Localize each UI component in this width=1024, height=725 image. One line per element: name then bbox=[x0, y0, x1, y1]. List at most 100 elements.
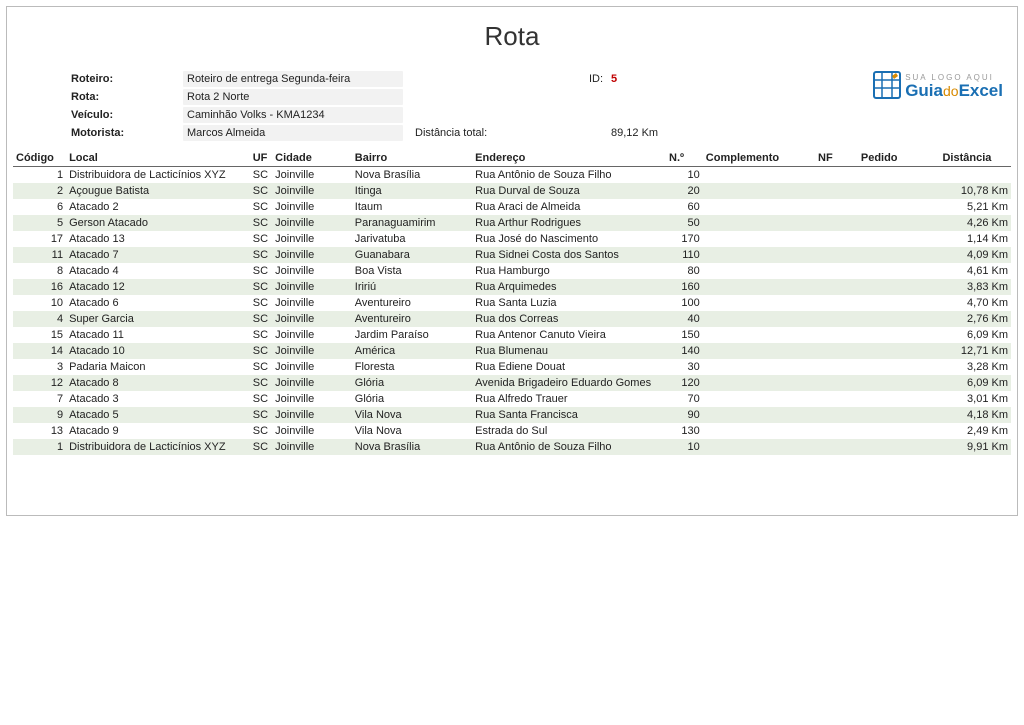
report-sheet: Rota Roteiro: Roteiro de entrega Segunda… bbox=[6, 6, 1018, 516]
cell-uf: SC bbox=[250, 199, 272, 215]
cell-endereco: Rua Antônio de Souza Filho bbox=[472, 167, 666, 183]
cell-complemento bbox=[703, 343, 815, 359]
cell-endereco: Rua Antenor Canuto Vieira bbox=[472, 327, 666, 343]
cell-local: Atacado 8 bbox=[66, 375, 250, 391]
cell-codigo: 5 bbox=[13, 215, 66, 231]
cell-endereco: Rua Alfredo Trauer bbox=[472, 391, 666, 407]
cell-pedido bbox=[858, 359, 940, 375]
cell-uf: SC bbox=[250, 343, 272, 359]
cell-local: Gerson Atacado bbox=[66, 215, 250, 231]
cell-nf bbox=[815, 167, 858, 183]
cell-cidade: Joinville bbox=[272, 199, 352, 215]
cell-codigo: 7 bbox=[13, 391, 66, 407]
cell-endereco: Estrada do Sul bbox=[472, 423, 666, 439]
table-row: 16Atacado 12SCJoinvilleIririúRua Arquime… bbox=[13, 279, 1011, 295]
cell-local: Super Garcia bbox=[66, 311, 250, 327]
cell-nf bbox=[815, 327, 858, 343]
cell-pedido bbox=[858, 295, 940, 311]
table-row: 4Super GarciaSCJoinvilleAventureiroRua d… bbox=[13, 311, 1011, 327]
cell-distancia bbox=[939, 167, 1011, 183]
table-row: 15Atacado 11SCJoinvilleJardim ParaísoRua… bbox=[13, 327, 1011, 343]
table-row: 7Atacado 3SCJoinvilleGlóriaRua Alfredo T… bbox=[13, 391, 1011, 407]
label-motorista: Motorista: bbox=[13, 127, 183, 139]
cell-bairro: Glória bbox=[352, 391, 472, 407]
cell-distancia: 5,21 Km bbox=[939, 199, 1011, 215]
cell-endereco: Rua dos Correas bbox=[472, 311, 666, 327]
cell-nf bbox=[815, 311, 858, 327]
cell-endereco: Avenida Brigadeiro Eduardo Gomes bbox=[472, 375, 666, 391]
cell-local: Distribuidora de Lacticínios XYZ bbox=[66, 167, 250, 183]
cell-bairro: Paranaguamirim bbox=[352, 215, 472, 231]
cell-bairro: Glória bbox=[352, 375, 472, 391]
cell-pedido bbox=[858, 407, 940, 423]
cell-distancia: 2,76 Km bbox=[939, 311, 1011, 327]
cell-uf: SC bbox=[250, 359, 272, 375]
cell-pedido bbox=[858, 199, 940, 215]
cell-bairro: Itinga bbox=[352, 183, 472, 199]
cell-nf bbox=[815, 343, 858, 359]
brand-logo: SUA LOGO AQUI GuiadoExcel bbox=[841, 70, 1011, 103]
cell-local: Atacado 3 bbox=[66, 391, 250, 407]
cell-codigo: 8 bbox=[13, 263, 66, 279]
cell-bairro: Nova Brasília bbox=[352, 439, 472, 455]
cell-complemento bbox=[703, 199, 815, 215]
cell-endereco: Rua Santa Luzia bbox=[472, 295, 666, 311]
label-roteiro: Roteiro: bbox=[13, 73, 183, 85]
cell-complemento bbox=[703, 263, 815, 279]
cell-num: 10 bbox=[666, 167, 703, 183]
cell-bairro: Aventureiro bbox=[352, 295, 472, 311]
table-row: 1Distribuidora de Lacticínios XYZSCJoinv… bbox=[13, 439, 1011, 455]
cell-complemento bbox=[703, 327, 815, 343]
table-row: 8Atacado 4SCJoinvilleBoa VistaRua Hambur… bbox=[13, 263, 1011, 279]
header-fields: Roteiro: Roteiro de entrega Segunda-feir… bbox=[13, 70, 841, 142]
cell-complemento bbox=[703, 391, 815, 407]
cell-local: Atacado 2 bbox=[66, 199, 250, 215]
table-header-row: Código Local UF Cidade Bairro Endereço N… bbox=[13, 150, 1011, 167]
cell-cidade: Joinville bbox=[272, 295, 352, 311]
cell-distancia: 6,09 Km bbox=[939, 327, 1011, 343]
label-dist-total: Distância total: bbox=[411, 127, 611, 139]
cell-codigo: 10 bbox=[13, 295, 66, 311]
cell-uf: SC bbox=[250, 407, 272, 423]
cell-bairro: Jardim Paraíso bbox=[352, 327, 472, 343]
cell-codigo: 17 bbox=[13, 231, 66, 247]
cell-pedido bbox=[858, 279, 940, 295]
cell-codigo: 13 bbox=[13, 423, 66, 439]
cell-codigo: 1 bbox=[13, 439, 66, 455]
th-codigo: Código bbox=[13, 150, 66, 167]
cell-uf: SC bbox=[250, 391, 272, 407]
cell-num: 60 bbox=[666, 199, 703, 215]
cell-cidade: Joinville bbox=[272, 231, 352, 247]
cell-uf: SC bbox=[250, 247, 272, 263]
cell-num: 170 bbox=[666, 231, 703, 247]
cell-pedido bbox=[858, 215, 940, 231]
cell-distancia: 4,09 Km bbox=[939, 247, 1011, 263]
cell-uf: SC bbox=[250, 183, 272, 199]
cell-num: 100 bbox=[666, 295, 703, 311]
cell-distancia: 6,09 Km bbox=[939, 375, 1011, 391]
value-rota: Rota 2 Norte bbox=[183, 89, 403, 105]
cell-local: Distribuidora de Lacticínios XYZ bbox=[66, 439, 250, 455]
cell-distancia: 1,14 Km bbox=[939, 231, 1011, 247]
cell-nf bbox=[815, 199, 858, 215]
cell-distancia: 4,26 Km bbox=[939, 215, 1011, 231]
cell-codigo: 11 bbox=[13, 247, 66, 263]
cell-pedido bbox=[858, 231, 940, 247]
th-bairro: Bairro bbox=[352, 150, 472, 167]
cell-complemento bbox=[703, 231, 815, 247]
cell-distancia: 3,28 Km bbox=[939, 359, 1011, 375]
cell-num: 140 bbox=[666, 343, 703, 359]
cell-bairro: Jarivatuba bbox=[352, 231, 472, 247]
cell-endereco: Rua José do Nascimento bbox=[472, 231, 666, 247]
cell-nf bbox=[815, 391, 858, 407]
cell-bairro: Aventureiro bbox=[352, 311, 472, 327]
table-row: 10Atacado 6SCJoinvilleAventureiroRua San… bbox=[13, 295, 1011, 311]
cell-distancia: 2,49 Km bbox=[939, 423, 1011, 439]
cell-cidade: Joinville bbox=[272, 375, 352, 391]
cell-endereco: Rua Araci de Almeida bbox=[472, 199, 666, 215]
cell-pedido bbox=[858, 423, 940, 439]
cell-bairro: Vila Nova bbox=[352, 423, 472, 439]
cell-complemento bbox=[703, 295, 815, 311]
cell-cidade: Joinville bbox=[272, 327, 352, 343]
cell-uf: SC bbox=[250, 311, 272, 327]
